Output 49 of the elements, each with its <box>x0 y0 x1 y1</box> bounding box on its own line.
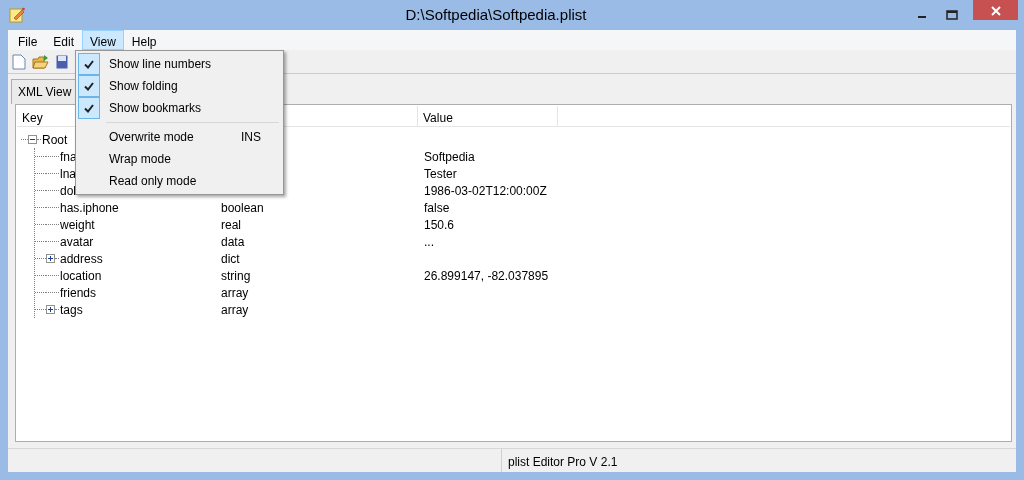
maximize-icon[interactable] <box>946 10 958 20</box>
menu-option[interactable]: Overwrite mode <box>109 128 241 146</box>
type-cell: array <box>221 302 249 317</box>
key-cell-text: dol <box>60 182 76 200</box>
menu-item[interactable]: File <box>10 30 46 50</box>
close-button[interactable] <box>973 0 1018 20</box>
value-cell: 150.6 <box>424 217 455 232</box>
value-cell: ... <box>424 234 434 249</box>
key-cell-text: tags <box>60 301 83 319</box>
value-cell: Softpedia <box>424 149 475 164</box>
key-cell-text: weight <box>60 216 95 234</box>
save-icon[interactable] <box>56 53 68 70</box>
shortcut-text: INS <box>241 129 261 146</box>
menu-option[interactable]: Show bookmarks <box>109 99 281 117</box>
menu-item[interactable]: Edit <box>45 30 83 50</box>
close-icon <box>989 5 1002 18</box>
menu-option[interactable]: Wrap mode <box>109 150 281 168</box>
collapse-icon[interactable] <box>28 135 37 144</box>
value-cell: false <box>424 200 450 215</box>
status-text: plist Editor Pro V 2.1 <box>507 454 619 471</box>
key-cell-text: has.iphone <box>60 199 119 217</box>
key-cell-text: lna <box>60 165 76 183</box>
column-header: Key <box>22 111 43 125</box>
type-cell: real <box>221 217 241 232</box>
type-cell: array <box>221 285 249 300</box>
menu-option[interactable]: Show folding <box>109 77 281 95</box>
menu-item[interactable]: View <box>82 30 124 50</box>
key-cell-text: friends <box>60 284 97 302</box>
type-cell: string <box>221 268 251 283</box>
type-cell: boolean <box>221 200 264 215</box>
key-cell-text: Root <box>42 131 68 149</box>
notepad-icon <box>9 7 25 23</box>
value-cell: 1986-03-02T12:00:00Z <box>424 183 547 198</box>
value-cell: Tester <box>424 166 457 181</box>
key-cell-text: location <box>60 267 102 285</box>
menu-item[interactable]: Help <box>123 30 165 50</box>
menu-option[interactable]: Show line numbers <box>109 55 281 73</box>
new-file-icon[interactable] <box>12 53 26 70</box>
column-header: Value <box>423 111 453 125</box>
type-cell: dict <box>221 251 240 266</box>
window-title: D:\Softpedia\Softpedia.plist <box>404 4 588 25</box>
key-cell-text: avatar <box>60 233 94 251</box>
menu-option[interactable]: Read only mode <box>109 172 281 190</box>
key-cell-text: address <box>60 250 103 268</box>
expand-icon[interactable] <box>46 254 55 263</box>
expand-icon[interactable] <box>46 305 55 314</box>
type-cell: data <box>221 234 245 249</box>
value-cell: 26.899147, -82.037895 <box>424 268 549 283</box>
open-folder-icon[interactable] <box>32 53 50 70</box>
